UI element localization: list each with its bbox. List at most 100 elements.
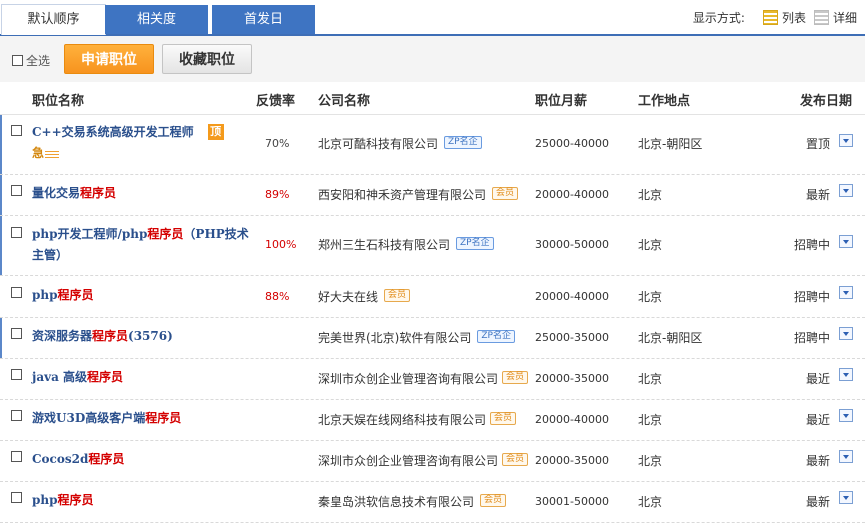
job-title-keyword: 程序员 [145,411,182,425]
row-highlight-bar [0,318,2,358]
row-highlight-bar [0,216,2,275]
company-name-text: 完美世界(北京)软件有限公司 [318,331,472,345]
urgent-lines-icon [45,151,60,158]
tab-relevance[interactable]: 相关度 [105,5,208,34]
expand-dropdown-icon[interactable] [839,286,853,299]
row-checkbox[interactable] [11,287,22,298]
job-title-text: 量化交易 [32,186,81,200]
row-checkbox[interactable] [11,125,22,136]
company-name[interactable]: 北京可酷科技有限公司 ZP名企 [318,135,482,152]
expand-dropdown-icon[interactable] [839,134,853,147]
job-title-link[interactable]: php程序员 [32,285,94,306]
publish-date: 招聘中 [793,290,830,304]
job-title-keyword: 程序员 [147,227,184,241]
salary: 20000-40000 [535,188,609,201]
company-name[interactable]: 郑州三生石科技有限公司 ZP名企 [318,236,494,253]
company-name[interactable]: 秦皇岛洪软信息技术有限公司 会员 [318,493,507,510]
job-title-link[interactable]: php开发工程师/php程序员（PHP技术主管） [32,224,252,266]
member-badge: 会员 [502,453,529,466]
header-company: 公司名称 [318,94,371,109]
row-checkbox[interactable] [11,328,22,339]
salary: 20000-35000 [535,372,609,385]
detail-mode-toggle[interactable]: 详细 [813,9,857,26]
job-title-link[interactable]: C++交易系统高级开发工程师顶 急 [32,122,247,164]
list-mode-toggle[interactable]: 列表 [762,9,806,26]
zp-badge: ZP名企 [477,330,515,343]
tab-default-order[interactable]: 默认顺序 [1,4,106,35]
job-title-text: java 高级 [32,370,88,384]
header-location: 工作地点 [638,94,691,109]
favorite-job-button[interactable]: 收藏职位 [162,44,252,74]
row-checkbox[interactable] [11,227,22,238]
select-all[interactable]: 全选 [12,52,50,69]
member-badge: 会员 [492,187,519,200]
company-name-text: 北京天娱在线网络科技有限公司 [318,413,487,427]
list-view-icon [762,10,778,25]
job-title-link[interactable]: Cocos2d程序员 [32,449,124,470]
company-name-text: 西安阳和神禾资产管理有限公司 [318,188,487,202]
row-highlight-bar [0,115,2,174]
list-mode-label: 列表 [781,11,806,25]
salary: 25000-40000 [535,137,609,150]
location: 北京 [638,238,663,252]
job-title-text: C++交易系统高级开发工程师 [32,125,194,139]
job-title-link[interactable]: php程序员 [32,490,94,511]
table-row: Cocos2d程序员 深圳市众创企业管理咨询有限公司 会员 20000-35000… [0,441,865,482]
company-name-text: 郑州三生石科技有限公司 [318,238,451,252]
job-title-keyword: 程序员 [80,186,117,200]
expand-dropdown-icon[interactable] [839,491,853,504]
job-title-link[interactable]: 资深服务器程序员(3576) [32,326,173,347]
job-title-text: 资深服务器 [32,329,93,343]
expand-dropdown-icon[interactable] [839,450,853,463]
apply-job-button[interactable]: 申请职位 [64,44,154,74]
row-checkbox[interactable] [11,492,22,503]
company-name[interactable]: 深圳市众创企业管理咨询有限公司 会员 [318,370,529,387]
table-row: C++交易系统高级开发工程师顶 急 70% 北京可酷科技有限公司 ZP名企 250… [0,115,865,175]
expand-dropdown-icon[interactable] [839,368,853,381]
company-name[interactable]: 深圳市众创企业管理咨询有限公司 会员 [318,452,529,469]
publish-date: 置顶 [805,137,830,151]
table-row: java 高级程序员 深圳市众创企业管理咨询有限公司 会员 20000-35000… [0,359,865,400]
job-title-text: 游戏U3D高级客户端 [32,411,146,425]
detail-view-icon [813,10,829,25]
expand-dropdown-icon[interactable] [839,235,853,248]
job-title-keyword: 程序员 [92,329,129,343]
row-checkbox[interactable] [11,410,22,421]
table-row: 量化交易程序员 89% 西安阳和神禾资产管理有限公司 会员 20000-40000… [0,175,865,216]
location: 北京 [638,454,663,468]
detail-mode-label: 详细 [832,11,857,25]
location: 北京-朝阳区 [638,331,703,345]
header-salary: 职位月薪 [535,94,588,109]
publish-date: 最新 [805,454,830,468]
row-checkbox[interactable] [11,369,22,380]
job-title-suffix: (3576) [128,329,173,343]
job-title-text: php开发工程师/php [32,227,148,241]
job-title-link[interactable]: 游戏U3D高级客户端程序员 [32,408,181,429]
expand-dropdown-icon[interactable] [839,184,853,197]
table-row: php程序员 88% 好大夫在线 会员 20000-40000 北京 招聘中 [0,276,865,318]
expand-dropdown-icon[interactable] [839,409,853,422]
display-mode-label: 显示方式: [692,11,745,25]
select-all-checkbox[interactable] [12,55,23,66]
company-name-text: 深圳市众创企业管理咨询有限公司 [318,454,499,468]
tab-first-published[interactable]: 首发日 [212,5,315,34]
job-title-link[interactable]: 量化交易程序员 [32,183,116,204]
member-badge: 会员 [502,371,529,384]
expand-dropdown-icon[interactable] [839,327,853,340]
zp-badge: ZP名企 [444,136,482,149]
publish-date: 最近 [805,413,830,427]
urgent-badge: 急 [32,146,45,160]
job-title-link[interactable]: java 高级程序员 [32,367,123,388]
job-title-text: php [32,493,58,507]
row-checkbox[interactable] [11,185,22,196]
publish-date: 招聘中 [793,238,830,252]
company-name[interactable]: 西安阳和神禾资产管理有限公司 会员 [318,186,519,203]
salary: 20000-35000 [535,454,609,467]
top-badge: 顶 [207,124,224,140]
row-checkbox[interactable] [11,451,22,462]
company-name[interactable]: 好大夫在线 会员 [318,288,411,305]
member-badge: 会员 [384,289,411,302]
company-name[interactable]: 完美世界(北京)软件有限公司 ZP名企 [318,329,515,346]
company-name[interactable]: 北京天娱在线网络科技有限公司 会员 [318,411,517,428]
member-badge: 会员 [480,494,507,507]
